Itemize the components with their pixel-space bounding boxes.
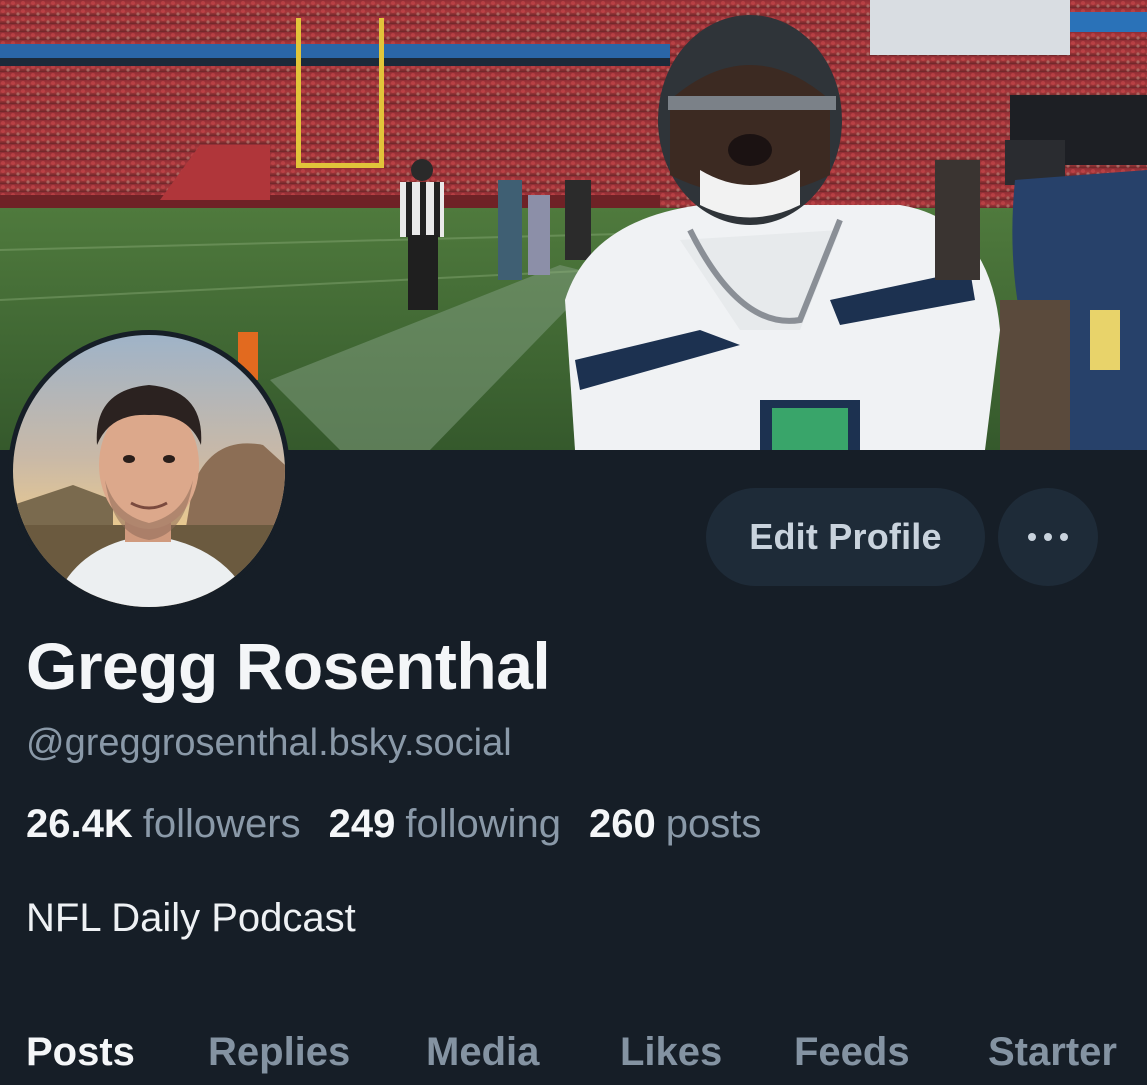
tab-likes[interactable]: Likes bbox=[620, 1030, 722, 1075]
edit-profile-button[interactable]: Edit Profile bbox=[706, 488, 985, 586]
avatar[interactable] bbox=[8, 330, 290, 612]
posts-stat: 260 posts bbox=[589, 802, 761, 847]
handle: @greggrosenthal.bsky.social bbox=[26, 722, 512, 764]
tab-feeds[interactable]: Feeds bbox=[794, 1030, 910, 1075]
posts-label: posts bbox=[665, 802, 762, 846]
tab-starter[interactable]: Starter bbox=[988, 1030, 1117, 1075]
display-name: Gregg Rosenthal bbox=[26, 629, 551, 703]
following-stat[interactable]: 249 following bbox=[329, 802, 561, 847]
posts-count: 260 bbox=[589, 802, 656, 846]
profile-bio: NFL Daily Podcast bbox=[26, 896, 356, 940]
ellipsis-icon bbox=[1028, 533, 1036, 541]
tab-posts[interactable]: Posts bbox=[26, 1030, 135, 1075]
ellipsis-icon bbox=[1044, 533, 1052, 541]
more-options-button[interactable] bbox=[998, 488, 1098, 586]
followers-count: 26.4K bbox=[26, 802, 133, 846]
followers-stat[interactable]: 26.4K followers bbox=[26, 802, 301, 847]
ellipsis-icon bbox=[1060, 533, 1068, 541]
avatar-photo bbox=[13, 335, 285, 607]
profile-stats: 26.4K followers 249 following 260 posts bbox=[26, 802, 789, 847]
tab-media[interactable]: Media bbox=[426, 1030, 539, 1075]
tab-replies[interactable]: Replies bbox=[208, 1030, 350, 1075]
following-label: following bbox=[405, 802, 561, 846]
followers-label: followers bbox=[142, 802, 301, 846]
profile-tabs: Posts Replies Media Likes Feeds Starter bbox=[0, 1030, 1147, 1085]
following-count: 249 bbox=[328, 802, 396, 846]
